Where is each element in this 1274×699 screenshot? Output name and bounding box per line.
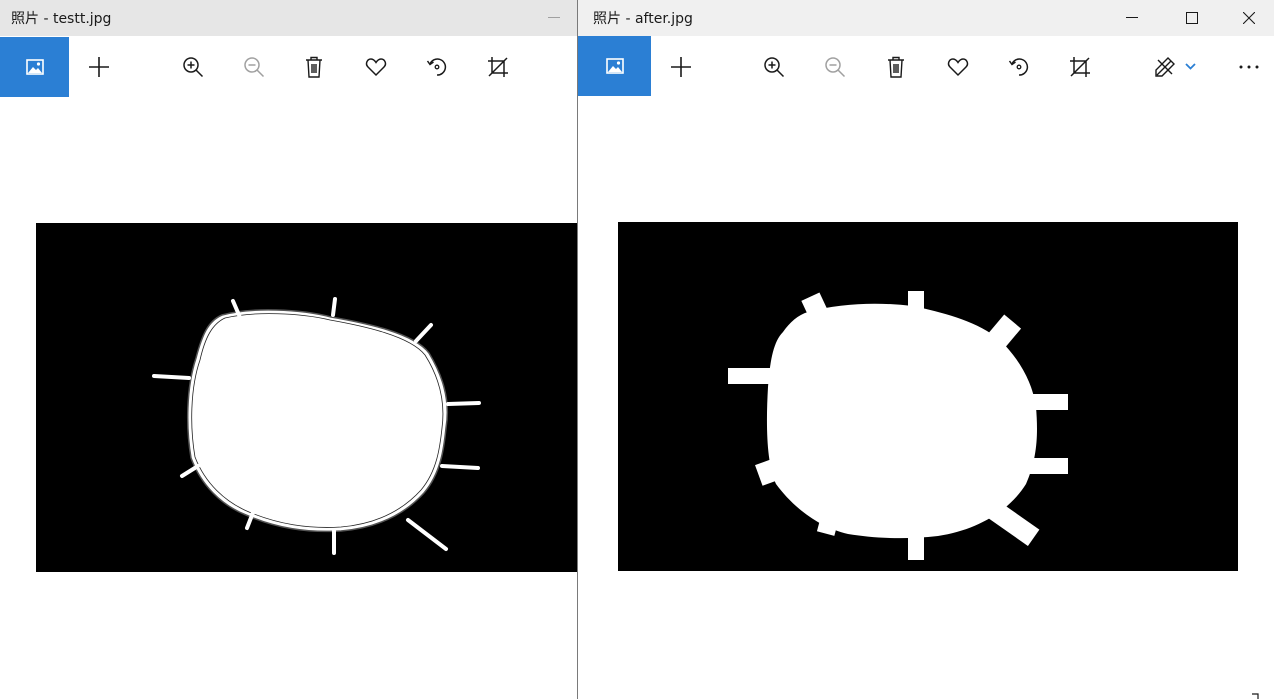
add-icon	[671, 56, 691, 77]
more-icon	[1239, 65, 1259, 68]
filled-blob-image	[728, 291, 1068, 560]
more-button[interactable]	[1224, 36, 1274, 97]
window-title: 照片 - after.jpg	[593, 11, 693, 27]
rotate-button[interactable]	[412, 36, 462, 97]
resize-grip-icon[interactable]	[1252, 693, 1260, 699]
photos-window-right: 照片 - after.jpg	[578, 0, 1274, 699]
maximize-button[interactable]	[1169, 0, 1215, 36]
title-bar[interactable]: 照片 - after.jpg	[578, 0, 1274, 36]
crop-button[interactable]	[473, 36, 523, 97]
view-photo-button[interactable]	[578, 36, 651, 96]
edit-create-icon	[1155, 56, 1196, 77]
delete-icon	[888, 56, 904, 78]
photos-window-left: 照片 - testt.jpg	[0, 0, 577, 699]
minimize-icon	[548, 17, 560, 18]
zoom-in-icon	[764, 56, 785, 77]
outlined-blob-image	[152, 297, 481, 555]
toolbar	[578, 36, 1274, 97]
minimize-button[interactable]	[1109, 0, 1155, 36]
photo-after[interactable]	[618, 222, 1238, 571]
favorite-icon	[365, 57, 387, 76]
chevron-down-icon	[1185, 62, 1196, 70]
add-icon	[89, 56, 109, 77]
crop-button[interactable]	[1055, 36, 1105, 97]
zoom-out-icon	[825, 56, 846, 77]
close-button[interactable]	[1226, 0, 1272, 36]
minimize-button[interactable]	[531, 0, 577, 36]
view-photo-icon	[25, 59, 44, 75]
add-button[interactable]	[74, 36, 124, 97]
crop-icon	[1070, 56, 1090, 77]
zoom-in-button[interactable]	[168, 36, 218, 97]
toolbar	[0, 36, 577, 97]
rotate-icon	[426, 57, 447, 76]
delete-button[interactable]	[289, 36, 339, 97]
zoom-out-icon	[244, 56, 265, 77]
maximize-icon	[1186, 12, 1198, 24]
close-icon	[1243, 12, 1255, 24]
photo-testt[interactable]	[36, 223, 577, 572]
title-bar[interactable]: 照片 - testt.jpg	[0, 0, 577, 36]
zoom-in-button[interactable]	[749, 36, 799, 97]
favorite-button[interactable]	[933, 36, 983, 97]
delete-icon	[306, 56, 322, 78]
minimize-icon	[1126, 17, 1138, 18]
view-photo-icon	[605, 58, 624, 74]
delete-button[interactable]	[871, 36, 921, 97]
zoom-out-button[interactable]	[810, 36, 860, 97]
zoom-out-button[interactable]	[229, 36, 279, 97]
crop-icon	[488, 56, 508, 77]
zoom-in-icon	[183, 56, 204, 77]
window-title: 照片 - testt.jpg	[11, 11, 112, 27]
rotate-button[interactable]	[994, 36, 1044, 97]
favorite-button[interactable]	[351, 36, 401, 97]
favorite-icon	[947, 57, 969, 76]
view-photo-button[interactable]	[0, 37, 69, 97]
add-button[interactable]	[656, 36, 706, 97]
edit-create-button[interactable]	[1146, 36, 1210, 97]
rotate-icon	[1008, 57, 1029, 76]
